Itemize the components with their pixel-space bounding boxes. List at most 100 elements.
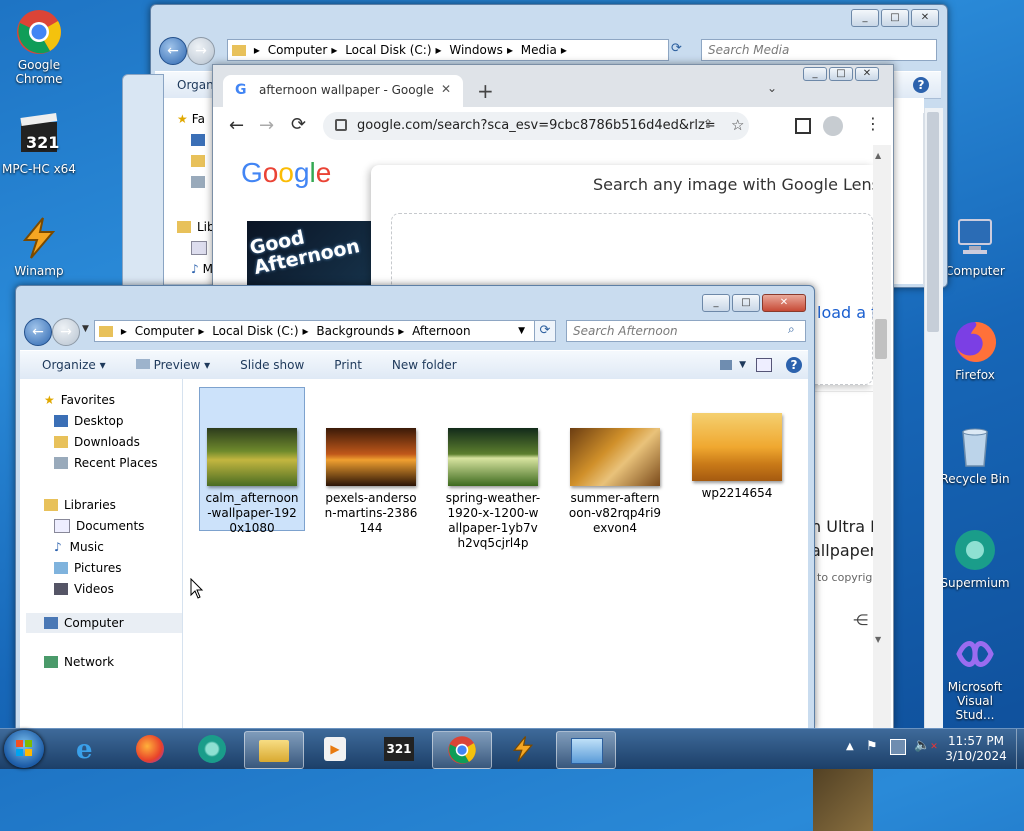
- desktop-icon-mpc[interactable]: 321 MPC-HC x64: [2, 112, 76, 176]
- file-item[interactable]: pexels-anderson-martins-2386144: [319, 387, 423, 536]
- slideshow-button[interactable]: Slide show: [240, 358, 304, 372]
- nav-libraries[interactable]: Libraries: [44, 498, 116, 512]
- nav-computer[interactable]: Computer: [26, 613, 182, 633]
- help-icon[interactable]: ?: [786, 357, 802, 373]
- taskbar-control-panel-button[interactable]: [556, 731, 616, 769]
- volume-muted-icon[interactable]: 🔈✕: [914, 738, 938, 753]
- taskbar-explorer-button[interactable]: [244, 731, 304, 769]
- taskbar-media-player-button[interactable]: ▶: [306, 731, 364, 767]
- google-logo[interactable]: Google: [241, 157, 331, 189]
- chrome-tab[interactable]: G afternoon wallpaper - Google Se ✕: [223, 75, 463, 107]
- forward-button[interactable]: →: [187, 37, 215, 65]
- desktop-icon-recycle-bin[interactable]: Recycle Bin: [938, 422, 1012, 486]
- nav-recent-places[interactable]: Recent Places: [54, 456, 157, 470]
- show-hidden-icons-button[interactable]: ▲: [846, 741, 854, 752]
- nav-item[interactable]: Lib: [177, 220, 215, 234]
- desktop-icon-computer[interactable]: Computer: [938, 214, 1012, 278]
- close-button[interactable]: ✕: [762, 294, 806, 312]
- media-address-bar[interactable]: ▸ Computer ▸ Local Disk (C:) ▸ Windows ▸ Me…: [227, 39, 669, 61]
- minimize-button[interactable]: _: [851, 9, 879, 27]
- forward-arrow-icon[interactable]: →: [259, 115, 274, 136]
- new-folder-button[interactable]: New folder: [392, 358, 457, 372]
- refresh-button[interactable]: ⟳: [534, 320, 556, 342]
- print-button[interactable]: Print: [334, 358, 362, 372]
- scroll-thumb[interactable]: [927, 112, 939, 332]
- desktop-icon-chrome[interactable]: Google Chrome: [2, 8, 76, 86]
- tab-close-icon[interactable]: ✕: [441, 82, 451, 96]
- help-icon[interactable]: ?: [913, 77, 929, 93]
- chrome-minimize-button[interactable]: _: [803, 67, 827, 81]
- side-panel-icon[interactable]: [795, 118, 811, 134]
- start-button[interactable]: [4, 730, 44, 768]
- file-item[interactable]: summer-afternoon-v82rqp4ri9exvon4: [563, 387, 667, 536]
- chrome-close-button[interactable]: ✕: [855, 67, 879, 81]
- action-center-flag-icon[interactable]: ⚑: [866, 739, 878, 754]
- address-bar[interactable]: ▸ Computer ▸ Local Disk (C:) ▸ Backgrounds…: [94, 320, 536, 342]
- back-button[interactable]: ←: [24, 318, 52, 346]
- breadcrumb-item[interactable]: Afternoon: [412, 324, 471, 338]
- breadcrumb-item[interactable]: Computer: [135, 324, 195, 338]
- recent-pages-chevron-icon[interactable]: ▼: [82, 324, 89, 334]
- menu-kebab-icon[interactable]: ⋮: [865, 114, 881, 133]
- nav-videos[interactable]: Videos: [54, 582, 114, 596]
- nav-desktop[interactable]: Desktop: [54, 414, 124, 428]
- maximize-button[interactable]: □: [881, 9, 909, 27]
- view-options-icon[interactable]: [720, 360, 732, 370]
- address-dropdown-icon[interactable]: ▼: [518, 321, 525, 341]
- taskbar-winamp-button[interactable]: [494, 731, 552, 767]
- breadcrumb-item[interactable]: Backgrounds: [316, 324, 394, 338]
- nav-downloads[interactable]: Downloads: [54, 435, 140, 449]
- nav-item[interactable]: ★ Fa: [177, 112, 205, 126]
- nav-favorites[interactable]: ★ Favorites: [44, 393, 115, 407]
- nav-item[interactable]: ♪ M: [191, 262, 213, 276]
- breadcrumb-item[interactable]: Computer: [268, 43, 328, 57]
- desktop-icon-visual-studio[interactable]: Microsoft Visual Stud...: [938, 630, 1012, 722]
- search-input[interactable]: Search Afternoon: [566, 320, 806, 342]
- breadcrumb-item[interactable]: Media: [521, 43, 557, 57]
- clock[interactable]: 11:57 PM 3/10/2024: [938, 734, 1014, 764]
- organize-button[interactable]: Organize ▾: [42, 358, 106, 372]
- profile-icon[interactable]: [823, 116, 843, 136]
- back-arrow-icon[interactable]: ←: [229, 115, 244, 136]
- afternoon-explorer-window[interactable]: _ □ ✕ ← → ▼ ▸ Computer ▸ Local Disk (C:) ▸…: [15, 285, 815, 730]
- media-search-input[interactable]: Search Media: [701, 39, 937, 61]
- minimize-button[interactable]: _: [702, 294, 730, 312]
- upload-link-partial[interactable]: load a fi: [817, 303, 881, 322]
- preview-button[interactable]: Preview ▾: [135, 358, 210, 372]
- nav-network[interactable]: Network: [44, 655, 114, 669]
- taskbar-chrome-button[interactable]: [432, 731, 492, 769]
- taskbar-firefox-button[interactable]: [120, 731, 178, 767]
- chrome-scrollbar[interactable]: ▲ ▼: [873, 145, 891, 729]
- result-thumbnail[interactable]: Good Afternoon: [247, 221, 371, 287]
- share-result-icon[interactable]: ⋲: [853, 611, 868, 629]
- show-desktop-button[interactable]: [1016, 729, 1024, 769]
- back-button[interactable]: ←: [159, 37, 187, 65]
- network-tray-icon[interactable]: [890, 739, 906, 755]
- taskbar-ie-button[interactable]: e: [60, 731, 118, 767]
- refresh-icon[interactable]: ⟳: [671, 41, 682, 56]
- file-item[interactable]: spring-weather-1920-x-1200-wallpaper-1yb…: [441, 387, 545, 551]
- breadcrumb-item[interactable]: Windows: [449, 43, 503, 57]
- breadcrumb-item[interactable]: Local Disk (C:): [345, 43, 431, 57]
- nav-pictures[interactable]: Pictures: [54, 561, 122, 575]
- file-item[interactable]: wp2214654: [685, 387, 789, 501]
- taskbar-supermium-button[interactable]: [182, 731, 240, 767]
- maximize-button[interactable]: □: [732, 294, 760, 312]
- preview-pane-icon[interactable]: [756, 358, 772, 372]
- taskbar-mpc-button[interactable]: 321: [370, 731, 428, 767]
- chrome-maximize-button[interactable]: □: [829, 67, 853, 81]
- close-button[interactable]: ✕: [911, 9, 939, 27]
- reload-icon[interactable]: ⟳: [291, 114, 306, 135]
- bookmark-star-icon[interactable]: ☆: [731, 116, 744, 134]
- result-title-partial[interactable]: n Ultra H allpaper: [811, 515, 882, 563]
- desktop-icon-winamp[interactable]: Winamp: [2, 214, 76, 278]
- desktop-icon-supermium[interactable]: Supermium: [938, 526, 1012, 590]
- view-options-chevron-icon[interactable]: ▼: [739, 360, 746, 370]
- tab-search-chevron-icon[interactable]: ⌄: [767, 81, 777, 95]
- desktop-icon-firefox[interactable]: Firefox: [938, 318, 1012, 382]
- forward-button[interactable]: →: [52, 318, 80, 346]
- nav-music[interactable]: ♪ Music: [54, 540, 104, 554]
- breadcrumb-item[interactable]: Local Disk (C:): [212, 324, 298, 338]
- new-tab-button[interactable]: +: [477, 79, 494, 103]
- file-item[interactable]: calm_afternoon-wallpaper-1920x1080: [199, 387, 305, 535]
